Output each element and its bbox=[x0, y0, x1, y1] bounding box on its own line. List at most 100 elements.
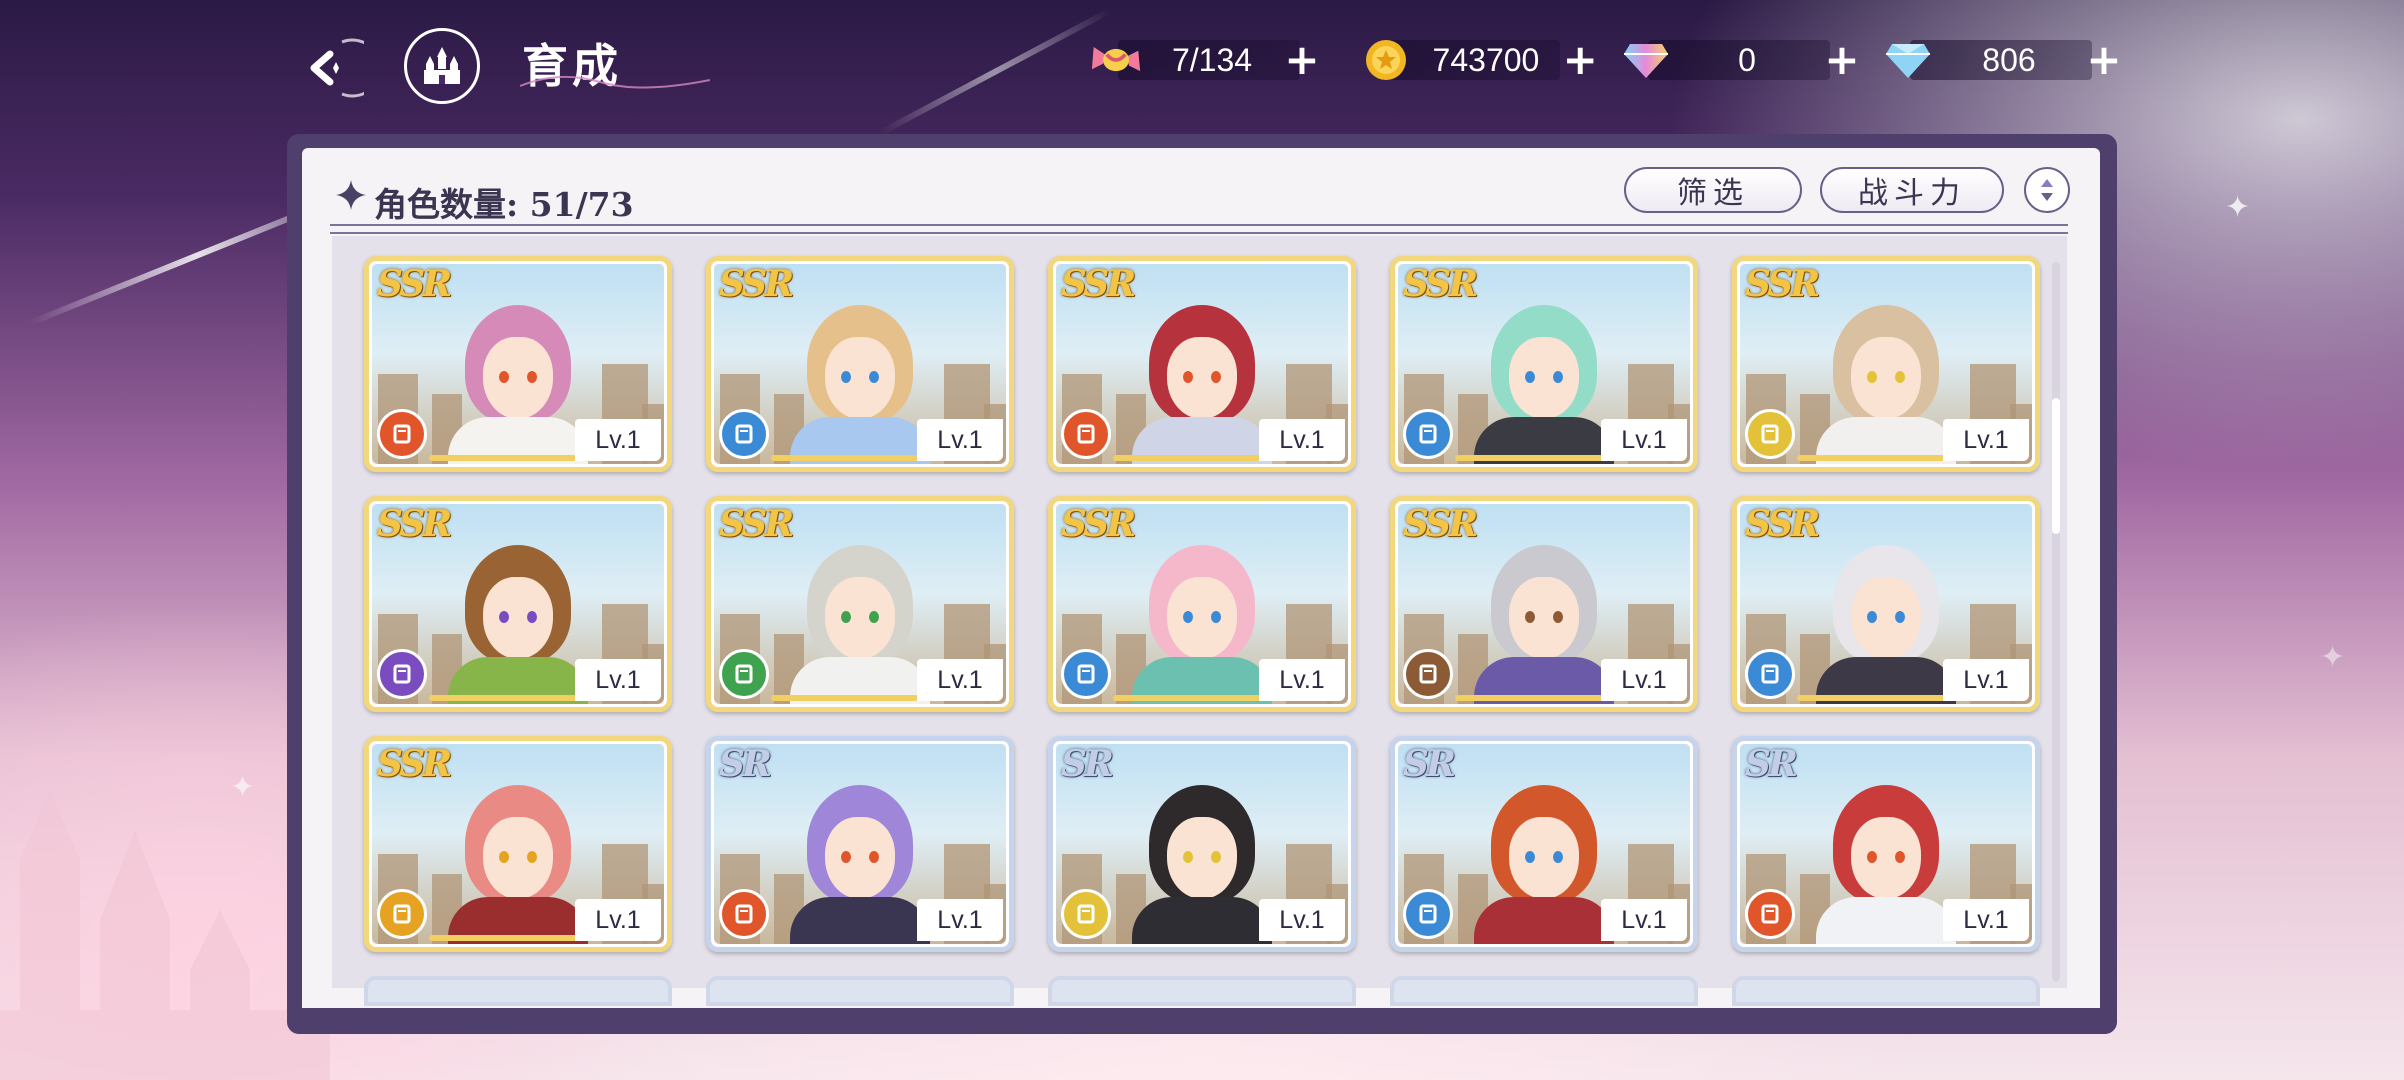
header-divider bbox=[330, 224, 2068, 234]
card-gold-trim bbox=[771, 695, 919, 701]
book-icon bbox=[1061, 409, 1111, 459]
book-icon bbox=[377, 409, 427, 459]
character-portrait bbox=[1469, 779, 1619, 944]
sort-button[interactable]: 战斗力 bbox=[1820, 167, 2004, 213]
character-portrait bbox=[1127, 539, 1277, 704]
card-gold-trim bbox=[1797, 455, 1945, 461]
character-card[interactable]: SSR Lv.1 bbox=[706, 256, 1014, 472]
resource-gold: 743700 + bbox=[1360, 38, 1600, 82]
character-card-partial[interactable] bbox=[364, 976, 672, 1006]
sort-order-button[interactable] bbox=[2024, 167, 2070, 213]
card-level: Lv.1 bbox=[1943, 419, 2029, 461]
character-card-partial[interactable] bbox=[1390, 976, 1698, 1006]
character-card[interactable]: SSR Lv.1 bbox=[364, 256, 672, 472]
fist-icon bbox=[1745, 889, 1795, 939]
character-card-partial[interactable] bbox=[1048, 976, 1356, 1006]
title-decoration bbox=[520, 75, 710, 89]
rarity-badge: SSR bbox=[1403, 263, 1478, 305]
shield-icon bbox=[1403, 649, 1453, 699]
staff-icon bbox=[1745, 409, 1795, 459]
character-card[interactable]: SSR Lv.1 bbox=[1732, 496, 2040, 712]
home-button[interactable] bbox=[404, 28, 480, 104]
character-card[interactable]: SSR Lv.1 bbox=[1390, 256, 1698, 472]
rarity-badge: SSR bbox=[1061, 263, 1136, 305]
card-gold-trim bbox=[1113, 455, 1261, 461]
rarity-badge: SR bbox=[1745, 743, 1798, 785]
card-level: Lv.1 bbox=[917, 899, 1003, 941]
four-point-star-icon bbox=[336, 180, 366, 210]
rainbow-diamond-icon bbox=[1620, 34, 1672, 86]
character-portrait bbox=[443, 779, 593, 944]
gold-value: 743700 bbox=[1432, 41, 1540, 78]
grid-scrollbar[interactable] bbox=[2052, 262, 2060, 982]
boot-icon bbox=[1403, 409, 1453, 459]
sort-order-icon bbox=[2041, 179, 2053, 201]
character-card[interactable]: SSR Lv.1 bbox=[1390, 496, 1698, 712]
character-card[interactable]: SR Lv.1 bbox=[1732, 736, 2040, 952]
blue-diamond-icon bbox=[1882, 34, 1934, 86]
character-portrait bbox=[785, 539, 935, 704]
character-card-partial[interactable] bbox=[706, 976, 1014, 1006]
rarity-badge: SSR bbox=[377, 263, 452, 305]
card-gold-trim bbox=[429, 695, 577, 701]
rainbow-gem-value: 0 bbox=[1738, 41, 1756, 78]
shield-icon bbox=[377, 889, 427, 939]
card-level: Lv.1 bbox=[1259, 419, 1345, 461]
card-level: Lv.1 bbox=[917, 659, 1003, 701]
resource-rainbow-gem: 0 + bbox=[1620, 38, 1870, 82]
rarity-badge: SSR bbox=[719, 263, 794, 305]
rarity-badge: SSR bbox=[377, 743, 452, 785]
character-portrait bbox=[1811, 299, 1961, 464]
filter-button[interactable]: 筛选 bbox=[1624, 167, 1802, 213]
candy-add-button[interactable]: + bbox=[1282, 39, 1322, 81]
candy-value: 7/134 bbox=[1171, 41, 1253, 78]
character-card[interactable]: SSR Lv.1 bbox=[1732, 256, 2040, 472]
staff-icon bbox=[719, 889, 769, 939]
character-card[interactable]: SSR Lv.1 bbox=[706, 496, 1014, 712]
character-count: 角色数量: 51/73 bbox=[374, 185, 634, 224]
card-level: Lv.1 bbox=[575, 899, 661, 941]
resource-candy: 7/134 + bbox=[1090, 38, 1340, 82]
book-icon bbox=[377, 649, 427, 699]
character-portrait bbox=[1811, 779, 1961, 944]
card-gold-trim bbox=[1797, 695, 1945, 701]
character-card[interactable]: SR Lv.1 bbox=[706, 736, 1014, 952]
staff-icon bbox=[719, 409, 769, 459]
rainbow-gem-add-button[interactable]: + bbox=[1822, 39, 1862, 81]
card-level: Lv.1 bbox=[917, 419, 1003, 461]
light-streak bbox=[878, 8, 1111, 136]
card-level: Lv.1 bbox=[1601, 419, 1687, 461]
character-card[interactable]: SSR Lv.1 bbox=[364, 496, 672, 712]
diamond-add-button[interactable]: + bbox=[2084, 39, 2124, 81]
rarity-badge: SSR bbox=[377, 503, 452, 545]
grid-scroll-thumb[interactable] bbox=[2052, 398, 2060, 534]
staff-icon bbox=[1061, 649, 1111, 699]
resource-diamond: 806 + bbox=[1882, 38, 2132, 82]
gold-coin-icon bbox=[1360, 34, 1412, 86]
character-portrait bbox=[1469, 539, 1619, 704]
character-card[interactable]: SSR Lv.1 bbox=[364, 736, 672, 952]
character-card[interactable]: SSR Lv.1 bbox=[1048, 496, 1356, 712]
candy-icon bbox=[1090, 34, 1142, 86]
fist-icon bbox=[1403, 889, 1453, 939]
character-card[interactable]: SR Lv.1 bbox=[1390, 736, 1698, 952]
rarity-badge: SR bbox=[719, 743, 772, 785]
card-gold-trim bbox=[1113, 695, 1261, 701]
rarity-badge: SSR bbox=[1745, 503, 1820, 545]
character-card[interactable]: SSR Lv.1 bbox=[1048, 256, 1356, 472]
rarity-badge: SSR bbox=[1403, 503, 1478, 545]
back-button[interactable] bbox=[292, 32, 364, 104]
gold-add-button[interactable]: + bbox=[1560, 39, 1600, 81]
card-gold-trim bbox=[429, 455, 577, 461]
sparkle-icon: ✦ bbox=[2320, 640, 2346, 675]
rarity-badge: SR bbox=[1403, 743, 1456, 785]
character-card[interactable]: SR Lv.1 bbox=[1048, 736, 1356, 952]
staff-icon bbox=[1061, 889, 1111, 939]
card-level: Lv.1 bbox=[575, 419, 661, 461]
rarity-badge: SSR bbox=[1745, 263, 1820, 305]
character-portrait bbox=[443, 299, 593, 464]
character-card-partial[interactable] bbox=[1732, 976, 2040, 1006]
character-portrait bbox=[1811, 539, 1961, 704]
card-level: Lv.1 bbox=[1601, 659, 1687, 701]
card-level: Lv.1 bbox=[1943, 659, 2029, 701]
